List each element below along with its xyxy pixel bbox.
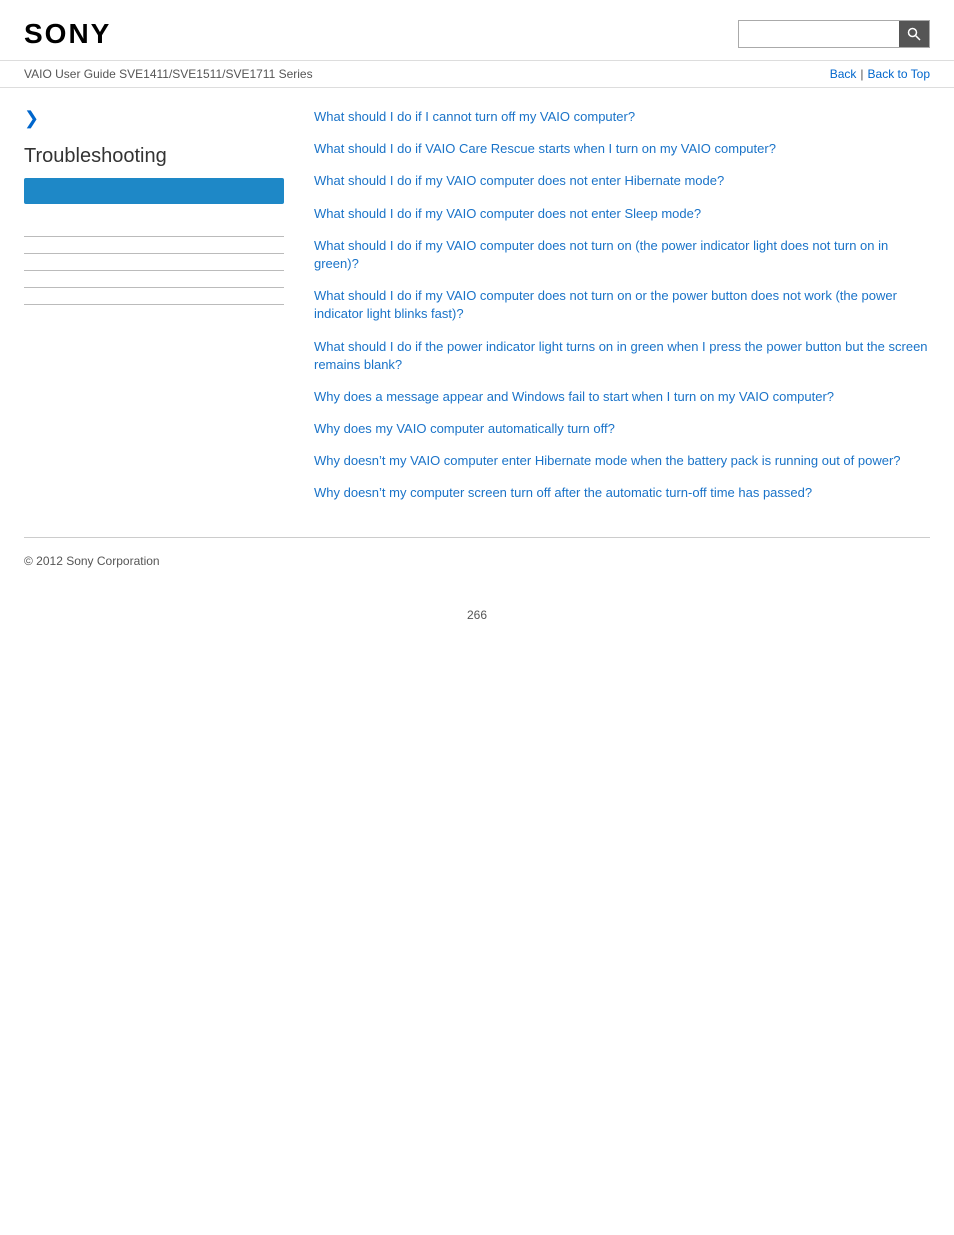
content-link-9[interactable]: Why does my VAIO computer automatically … [314, 420, 930, 438]
content-link-8[interactable]: Why does a message appear and Windows fa… [314, 388, 930, 406]
expand-arrow[interactable]: ❯ [24, 108, 284, 129]
footer: © 2012 Sony Corporation [0, 538, 954, 598]
sidebar-link-5[interactable] [24, 288, 284, 305]
search-input[interactable] [739, 21, 899, 47]
sidebar: ❯ Troubleshooting [24, 108, 304, 517]
content-link-10[interactable]: Why doesn’t my VAIO computer enter Hiber… [314, 452, 930, 470]
sidebar-link-4[interactable] [24, 271, 284, 288]
sidebar-link-1[interactable] [24, 220, 284, 237]
nav-links: Back | Back to Top [830, 67, 930, 81]
sidebar-highlight-bar [24, 178, 284, 204]
nav-title: VAIO User Guide SVE1411/SVE1511/SVE1711 … [24, 67, 313, 81]
nav-separator: | [860, 67, 863, 81]
back-link[interactable]: Back [830, 67, 857, 81]
content-link-4[interactable]: What should I do if my VAIO computer doe… [314, 205, 930, 223]
page-header: SONY [0, 0, 954, 61]
nav-bar: VAIO User Guide SVE1411/SVE1511/SVE1711 … [0, 61, 954, 88]
sidebar-link-3[interactable] [24, 254, 284, 271]
sidebar-section-title: Troubleshooting [24, 145, 284, 168]
search-icon [907, 27, 921, 41]
content-area: What should I do if I cannot turn off my… [304, 108, 930, 517]
search-container [738, 20, 930, 48]
search-button[interactable] [899, 21, 929, 47]
content-link-6[interactable]: What should I do if my VAIO computer doe… [314, 287, 930, 323]
content-link-1[interactable]: What should I do if I cannot turn off my… [314, 108, 930, 126]
content-link-3[interactable]: What should I do if my VAIO computer doe… [314, 172, 930, 190]
sony-logo: SONY [24, 18, 111, 50]
main-content: ❯ Troubleshooting What should I do if I … [0, 88, 954, 537]
back-to-top-link[interactable]: Back to Top [868, 67, 930, 81]
sidebar-link-2[interactable] [24, 237, 284, 254]
content-link-7[interactable]: What should I do if the power indicator … [314, 338, 930, 374]
content-link-5[interactable]: What should I do if my VAIO computer doe… [314, 237, 930, 273]
copyright-text: © 2012 Sony Corporation [24, 554, 160, 568]
content-link-11[interactable]: Why doesn’t my computer screen turn off … [314, 484, 930, 502]
content-link-2[interactable]: What should I do if VAIO Care Rescue sta… [314, 140, 930, 158]
page-number: 266 [0, 598, 954, 642]
